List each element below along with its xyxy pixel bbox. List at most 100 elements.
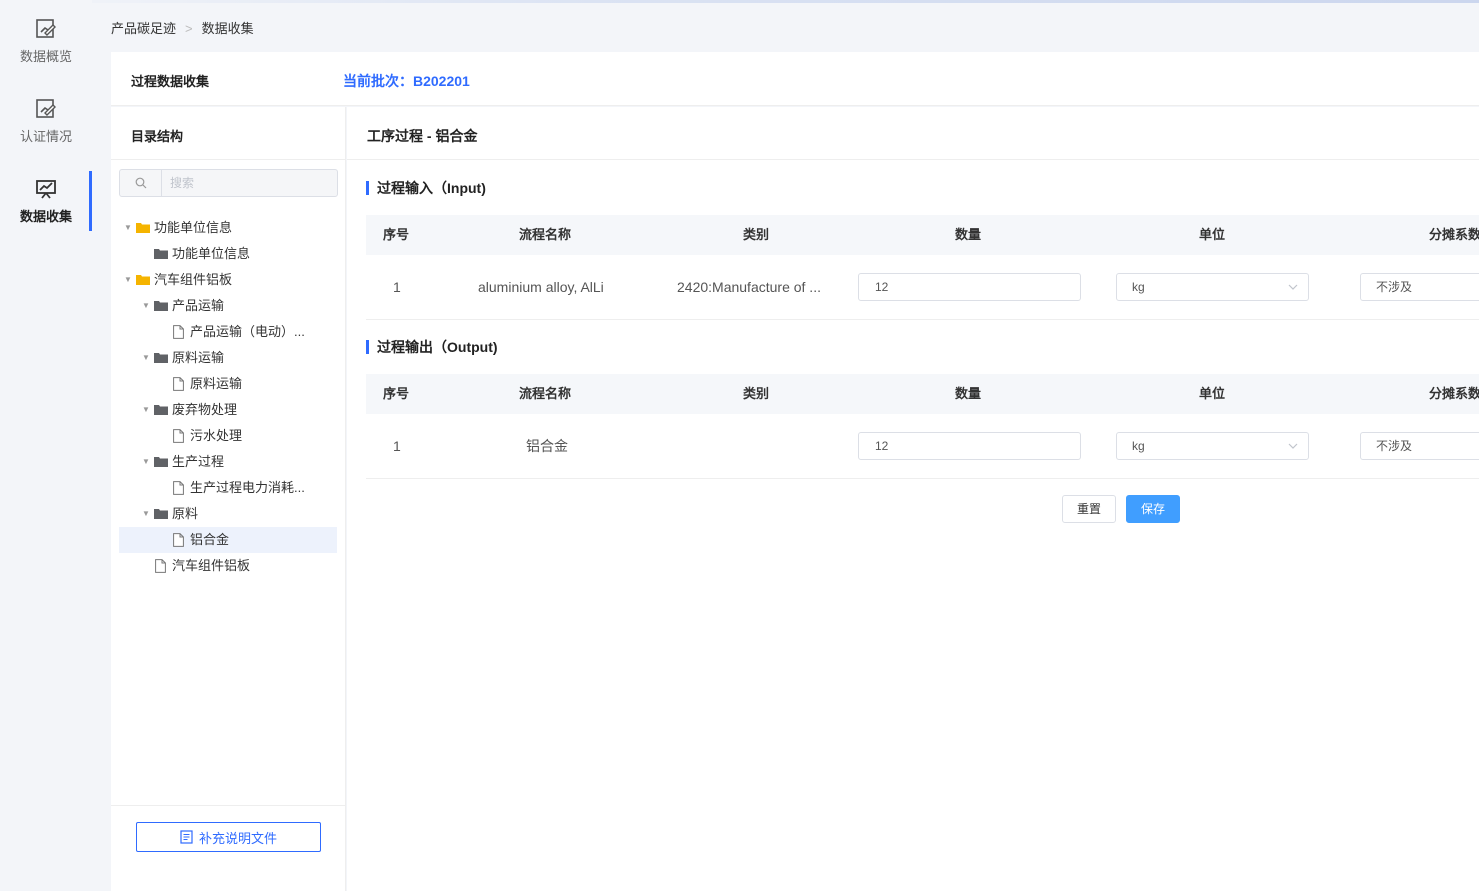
folder-icon <box>154 509 168 519</box>
page-header: 过程数据收集 当前批次：B202201 <box>111 52 1479 106</box>
folder-open-icon <box>136 275 150 285</box>
divider <box>111 159 346 160</box>
folder-icon <box>154 457 168 467</box>
tree-node-label: 汽车组件铝板 <box>154 272 233 287</box>
tree-node-label: 汽车组件铝板 <box>172 558 251 573</box>
tree-node-label: 原料运输 <box>172 350 225 365</box>
table-row: 1 aluminium alloy, AlLi 2420:Manufacture… <box>366 255 1479 320</box>
folder-icon <box>154 249 168 259</box>
folder-icon <box>154 353 168 363</box>
row-process-name: 铝合金 <box>526 438 568 454</box>
caret-down-icon[interactable]: ▼ <box>141 501 151 527</box>
tree-node[interactable]: ▼ 汽车组件铝板 <box>119 267 337 293</box>
input-table-header: 序号 流程名称 类别 数量 单位 分摊系数 <box>366 215 1479 255</box>
input-section-title: 过程输入（Input) <box>366 181 486 195</box>
tree-node-label: 污水处理 <box>190 428 243 443</box>
column-header-name: 流程名称 <box>519 386 572 401</box>
tree-node[interactable]: ▼ 产品运输 <box>119 293 337 319</box>
tree-node[interactable]: 功能单位信息 <box>119 241 337 267</box>
tree-node-label: 铝合金 <box>190 532 230 547</box>
file-icon <box>173 429 184 443</box>
folder-icon <box>154 405 168 415</box>
caret-down-icon[interactable]: ▼ <box>141 397 151 423</box>
row-index: 1 <box>393 279 401 295</box>
search-icon[interactable] <box>120 170 162 196</box>
caret-down-icon[interactable]: ▼ <box>123 267 133 293</box>
tree-node[interactable]: 原料运输 <box>119 371 337 397</box>
column-header-allocation: 分摊系数 <box>1429 386 1479 401</box>
breadcrumb-current: 数据收集 <box>201 21 254 36</box>
quantity-input[interactable]: 12 <box>858 273 1081 301</box>
directory-panel: 目录结构 ▼功能单位信息功能单位信息▼汽车组件铝板▼产品运输产品运输（电动）..… <box>111 107 346 891</box>
column-header-quantity: 数量 <box>955 386 982 401</box>
quantity-input[interactable]: 12 <box>858 432 1081 460</box>
breadcrumb-separator: > <box>185 21 193 36</box>
tree-node-label: 原料 <box>172 506 199 521</box>
folder-icon <box>154 301 168 311</box>
reset-button[interactable]: 重置 <box>1062 495 1117 523</box>
output-section-title: 过程输出（Output) <box>366 340 498 354</box>
tree-node-label: 功能单位信息 <box>172 246 251 261</box>
directory-tree: ▼ 功能单位信息 功能单位信息 ▼ 汽车组件铝板 ▼ 产品运输 产品运输（电动）... ▼ 原料运… <box>119 215 337 579</box>
unit-select-value: kg <box>1132 439 1145 453</box>
form-actions: 重置 保存 <box>1062 495 1181 523</box>
supplement-file-button[interactable]: 补充说明文件 <box>136 822 321 852</box>
document-icon <box>180 830 193 844</box>
edit-chart-icon <box>36 99 56 118</box>
tree-node[interactable]: 产品运输（电动）... <box>119 319 337 345</box>
chevron-down-icon <box>1288 443 1298 449</box>
rail-item-certification[interactable]: 认证情况 <box>0 98 92 168</box>
top-accent-line <box>0 0 1479 3</box>
row-index: 1 <box>393 438 401 454</box>
column-header-category: 类别 <box>743 386 770 401</box>
search-input[interactable] <box>170 174 330 192</box>
tree-search <box>119 169 338 197</box>
rail-item-label: 数据收集 <box>19 209 72 224</box>
tree-node-label: 产品运输 <box>172 298 225 313</box>
tree-node[interactable]: ▼ 原料运输 <box>119 345 337 371</box>
tree-node[interactable]: 生产过程电力消耗... <box>119 475 337 501</box>
unit-select-value: kg <box>1132 280 1145 294</box>
breadcrumb: 产品碳足迹 > 数据收集 <box>111 18 254 37</box>
column-header-unit: 单位 <box>1199 227 1226 242</box>
save-button[interactable]: 保存 <box>1126 495 1181 523</box>
tree-node[interactable]: 汽车组件铝板 <box>119 553 337 579</box>
allocation-select[interactable]: 不涉及 <box>1360 273 1479 301</box>
output-table-header: 序号 流程名称 类别 数量 单位 分摊系数 <box>366 374 1479 414</box>
caret-down-icon[interactable]: ▼ <box>141 293 151 319</box>
presentation-chart-icon <box>36 180 56 199</box>
left-rail: 数据概览 认证情况 数据收集 <box>0 0 92 891</box>
tree-node[interactable]: ▼ 原料 <box>119 501 337 527</box>
rail-item-data-collection[interactable]: 数据收集 <box>0 171 92 248</box>
unit-select[interactable]: kg <box>1116 273 1309 301</box>
caret-down-icon[interactable]: ▼ <box>141 449 151 475</box>
process-title: 工序过程 - 铝合金 <box>367 128 478 144</box>
tree-node-label: 功能单位信息 <box>154 220 233 235</box>
column-header-unit: 单位 <box>1199 386 1226 401</box>
tree-node-label: 废弃物处理 <box>172 402 238 417</box>
file-icon <box>173 325 184 339</box>
breadcrumb-root[interactable]: 产品碳足迹 <box>111 21 176 36</box>
process-panel: 工序过程 - 铝合金 过程输入（Input) 序号 流程名称 类别 数量 单位 … <box>347 107 1479 891</box>
tree-node[interactable]: 污水处理 <box>119 423 337 449</box>
allocation-select[interactable]: 不涉及 <box>1360 432 1479 460</box>
column-header-index: 序号 <box>383 227 410 242</box>
edit-chart-icon <box>36 19 56 38</box>
caret-down-icon[interactable]: ▼ <box>141 345 151 371</box>
row-process-name: aluminium alloy, AlLi <box>478 279 604 295</box>
column-header-allocation: 分摊系数 <box>1429 227 1479 242</box>
row-category: 2420:Manufacture of ... <box>677 279 821 295</box>
tree-node[interactable]: ▼ 功能单位信息 <box>119 215 337 241</box>
column-header-quantity: 数量 <box>955 227 982 242</box>
rail-item-label: 认证情况 <box>19 129 72 144</box>
tree-node[interactable]: 铝合金 <box>119 527 337 553</box>
tree-node[interactable]: ▼ 废弃物处理 <box>119 397 337 423</box>
divider <box>347 159 1479 160</box>
divider <box>111 805 346 806</box>
unit-select[interactable]: kg <box>1116 432 1309 460</box>
rail-item-overview[interactable]: 数据概览 <box>0 18 92 88</box>
file-icon <box>173 377 184 391</box>
column-header-index: 序号 <box>383 386 410 401</box>
tree-node[interactable]: ▼ 生产过程 <box>119 449 337 475</box>
caret-down-icon[interactable]: ▼ <box>123 215 133 241</box>
